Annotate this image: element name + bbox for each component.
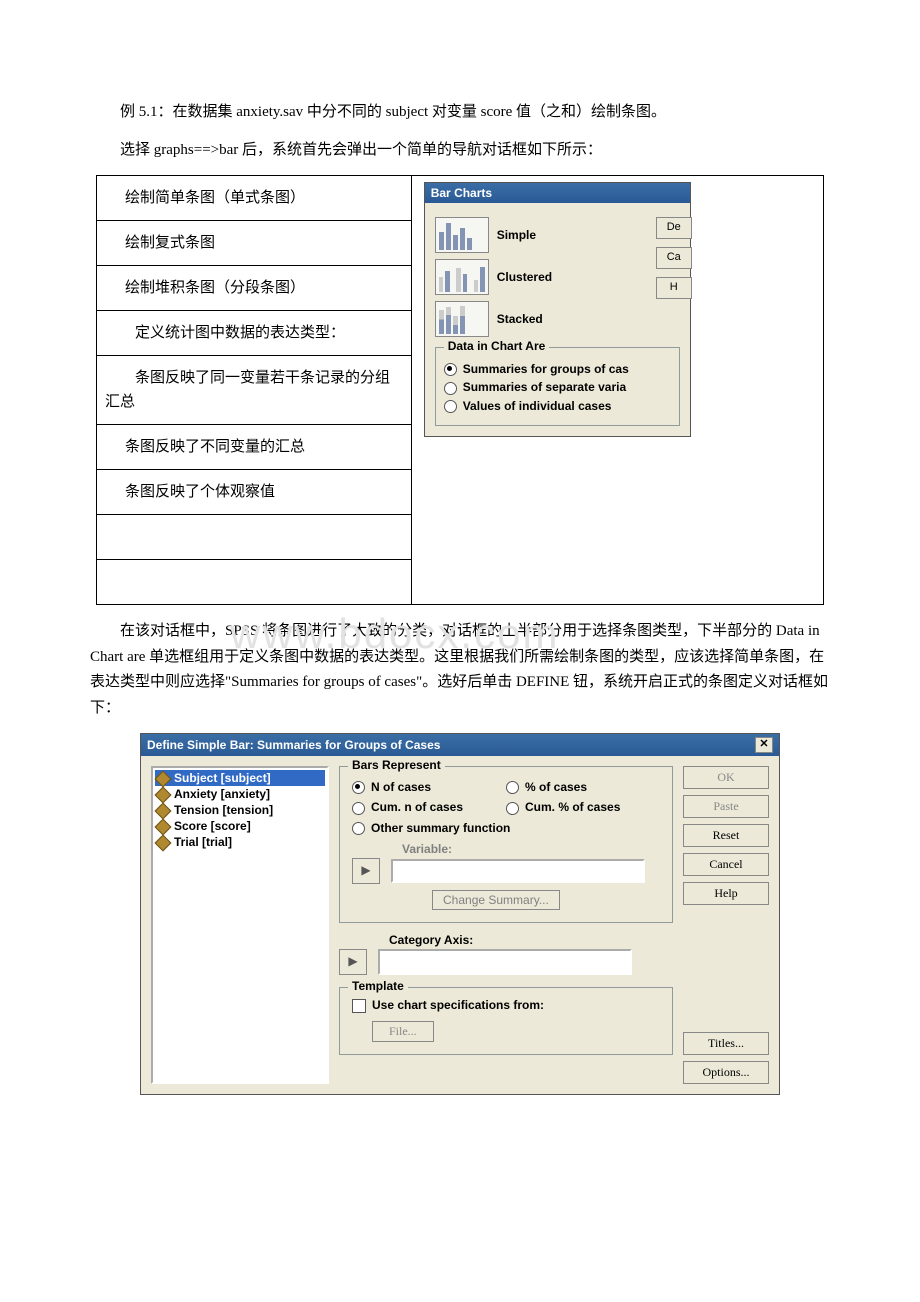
desc-row: 定义统计图中数据的表达类型：	[97, 311, 411, 356]
variable-list[interactable]: Subject [subject] Anxiety [anxiety] Tens…	[151, 766, 329, 1084]
group-title: Template	[348, 979, 408, 993]
options-button[interactable]: Options...	[683, 1061, 769, 1084]
cancel-button[interactable]: Ca	[656, 247, 692, 269]
checkbox-label: Use chart specifications from:	[372, 998, 544, 1012]
option-simple[interactable]: Simple	[435, 217, 680, 253]
figure-bar-charts-nav: 绘制简单条图（单式条图） 绘制复式条图 绘制堆积条图（分段条图） 定义统计图中数…	[96, 175, 824, 605]
desc-row: 条图反映了个体观察值	[97, 470, 411, 515]
define-button[interactable]: De	[656, 217, 692, 239]
radio-label: Summaries for groups of cas	[463, 362, 629, 376]
radio-label: Values of individual cases	[463, 399, 612, 413]
list-item[interactable]: Anxiety [anxiety]	[155, 786, 325, 802]
bar-charts-dialog: Bar Charts De Ca H Simple	[424, 182, 691, 437]
option-label: Stacked	[497, 312, 543, 326]
file-button[interactable]: File...	[372, 1021, 434, 1042]
paste-button[interactable]: Paste	[683, 795, 769, 818]
option-stacked[interactable]: Stacked	[435, 301, 680, 337]
radio-summaries-groups[interactable]: Summaries for groups of cas	[444, 362, 671, 376]
radio-label: Cum. % of cases	[525, 800, 620, 814]
var-label: Trial [trial]	[174, 835, 232, 849]
define-simple-bar-dialog: Define Simple Bar: Summaries for Groups …	[140, 733, 780, 1095]
var-label: Anxiety [anxiety]	[174, 787, 270, 801]
list-item[interactable]: Trial [trial]	[155, 834, 325, 850]
option-label: Clustered	[497, 270, 552, 284]
desc-row-empty	[97, 560, 411, 604]
clustered-bar-icon	[435, 259, 489, 295]
desc-row: 绘制堆积条图（分段条图）	[97, 266, 411, 311]
stacked-bar-icon	[435, 301, 489, 337]
close-button[interactable]: ✕	[755, 737, 773, 753]
radio-n-of-cases[interactable]: N of cases	[352, 780, 506, 794]
desc-row: 条图反映了同一变量若干条记录的分组汇总	[97, 356, 411, 425]
variable-field[interactable]	[391, 859, 645, 883]
dialog-title: Bar Charts	[425, 183, 690, 203]
list-item[interactable]: Tension [tension]	[155, 802, 325, 818]
radio-label: Other summary function	[371, 821, 510, 835]
group-title: Data in Chart Are	[444, 339, 550, 353]
cancel-button[interactable]: Cancel	[683, 853, 769, 876]
category-axis-label: Category Axis:	[389, 933, 673, 947]
radio-label: % of cases	[525, 780, 587, 794]
radio-other-summary[interactable]: Other summary function	[352, 821, 660, 835]
radio-cum-pct[interactable]: Cum. % of cases	[506, 800, 660, 814]
desc-row: 绘制复式条图	[97, 221, 411, 266]
var-label: Tension [tension]	[174, 803, 273, 817]
radio-label: Summaries of separate varia	[463, 380, 626, 394]
option-clustered[interactable]: Clustered	[435, 259, 680, 295]
simple-bar-icon	[435, 217, 489, 253]
group-title: Bars Represent	[348, 758, 445, 772]
help-button[interactable]: Help	[683, 882, 769, 905]
desc-row: 绘制简单条图（单式条图）	[97, 176, 411, 221]
list-item[interactable]: Score [score]	[155, 818, 325, 834]
radio-individual-cases[interactable]: Values of individual cases	[444, 399, 671, 413]
desc-row: 条图反映了不同变量的汇总	[97, 425, 411, 470]
change-summary-button[interactable]: Change Summary...	[432, 890, 560, 910]
variable-label: Variable:	[402, 842, 660, 856]
var-label: Subject [subject]	[174, 771, 271, 785]
paragraph-mid: 在该对话框中，SPSS 将条图进行了大致的分类，对话框的上半部分用于选择条图类型…	[90, 619, 830, 721]
radio-label: Cum. n of cases	[371, 800, 463, 814]
data-in-chart-group: Data in Chart Are Summaries for groups o…	[435, 347, 680, 426]
option-label: Simple	[497, 228, 536, 242]
desc-row-empty	[97, 515, 411, 560]
template-group: Template Use chart specifications from: …	[339, 987, 673, 1055]
move-category-button[interactable]: ▶	[339, 949, 367, 975]
use-chart-spec-checkbox[interactable]: Use chart specifications from:	[352, 998, 660, 1013]
list-item[interactable]: Subject [subject]	[155, 770, 325, 786]
radio-label: N of cases	[371, 780, 431, 794]
var-label: Score [score]	[174, 819, 251, 833]
titles-button[interactable]: Titles...	[683, 1032, 769, 1055]
reset-button[interactable]: Reset	[683, 824, 769, 847]
radio-pct-of-cases[interactable]: % of cases	[506, 780, 660, 794]
nav-description-table: 绘制简单条图（单式条图） 绘制复式条图 绘制堆积条图（分段条图） 定义统计图中数…	[97, 176, 412, 604]
dialog-title: Define Simple Bar: Summaries for Groups …	[147, 738, 440, 752]
help-button[interactable]: H	[656, 277, 692, 299]
move-variable-button[interactable]: ▶	[352, 858, 380, 884]
category-axis-field[interactable]	[378, 949, 632, 975]
bars-represent-group: Bars Represent N of cases % of cases Cum…	[339, 766, 673, 923]
radio-cum-n[interactable]: Cum. n of cases	[352, 800, 506, 814]
radio-summaries-vars[interactable]: Summaries of separate varia	[444, 380, 671, 394]
paragraph-intro-1: 例 5.1：在数据集 anxiety.sav 中分不同的 subject 对变量…	[90, 100, 830, 126]
paragraph-intro-2: 选择 graphs==>bar 后，系统首先会弹出一个简单的导航对话框如下所示：	[90, 138, 830, 164]
ok-button[interactable]: OK	[683, 766, 769, 789]
